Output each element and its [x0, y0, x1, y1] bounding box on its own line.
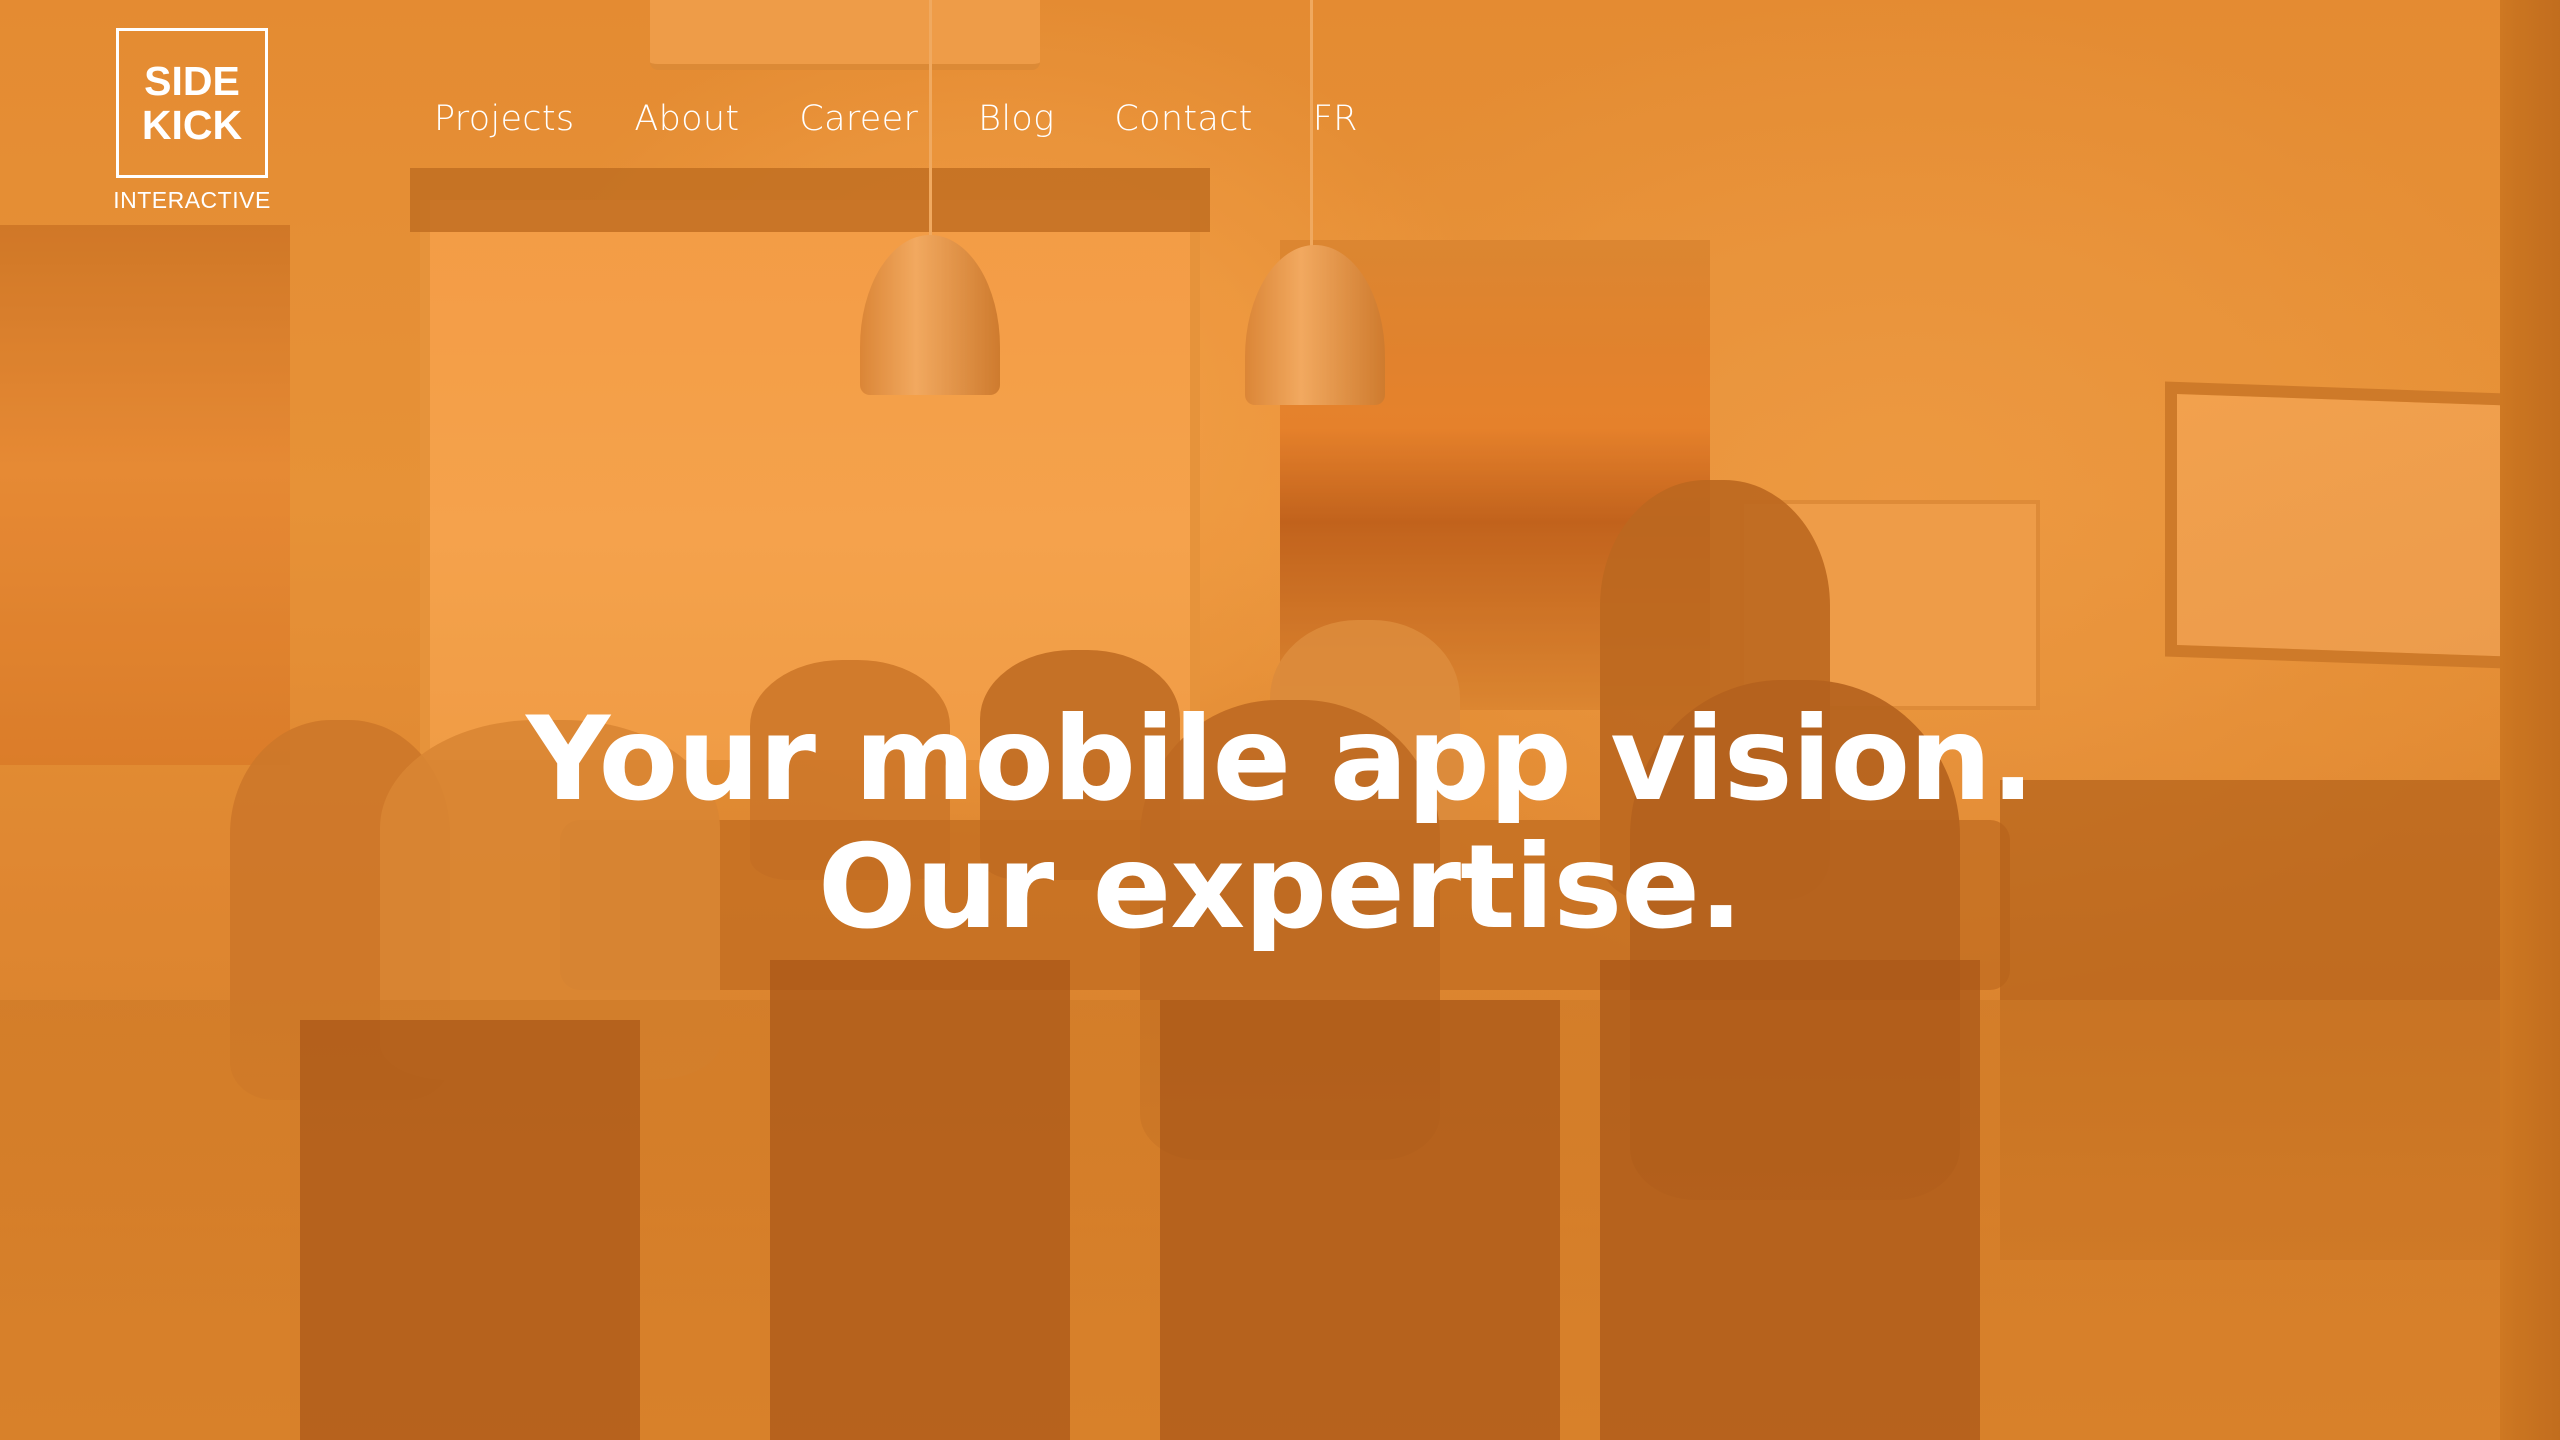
logo-text-side: SIDE	[144, 58, 240, 104]
nav-link-career[interactable]: Career	[799, 96, 918, 142]
nav-link-projects[interactable]: Projects	[434, 96, 574, 142]
logo-text-kick: KICK	[141, 102, 243, 148]
logo-home-link[interactable]: SIDE KICK INTERACTIVE	[113, 28, 271, 213]
hero-headline-line-2: Our expertise.	[817, 820, 1743, 955]
hero-headline-line-1: Your mobile app vision.	[526, 692, 2035, 827]
logo-subtitle: INTERACTIVE	[113, 187, 271, 213]
logo-box: SIDE KICK	[116, 28, 268, 178]
nav-link-about[interactable]: About	[634, 96, 739, 142]
nav-link-blog[interactable]: Blog	[978, 96, 1054, 142]
main-nav: Projects About Career Blog Contact FR	[434, 96, 1358, 142]
nav-link-contact[interactable]: Contact	[1114, 96, 1252, 142]
hero-headline: Your mobile app vision. Our expertise.	[0, 696, 2560, 952]
language-toggle-fr[interactable]: FR	[1313, 96, 1358, 142]
